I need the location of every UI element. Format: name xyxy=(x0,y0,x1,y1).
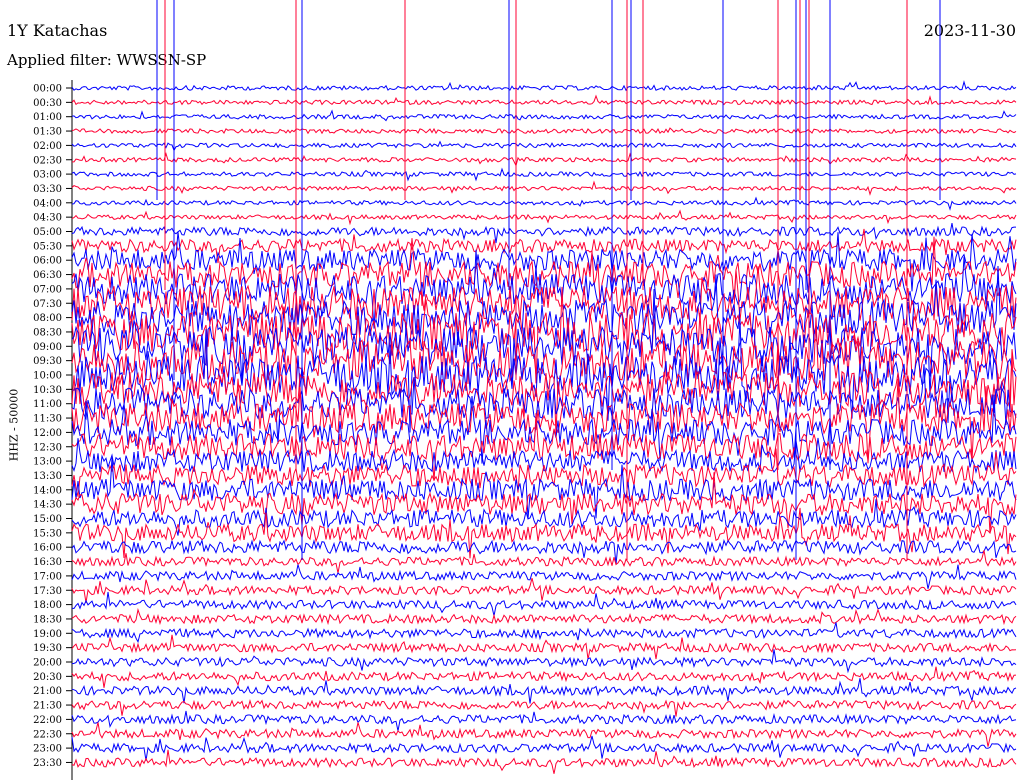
row-label: 04:00 xyxy=(33,198,62,209)
row-label: 01:30 xyxy=(33,127,62,138)
row-label: 17:30 xyxy=(33,586,62,597)
trace-row-0130 xyxy=(71,127,1017,135)
trace-row-1730 xyxy=(71,577,1017,603)
row-label: 18:00 xyxy=(33,600,62,611)
row-label: 22:30 xyxy=(33,729,62,740)
trace-row-2130 xyxy=(71,698,1017,717)
row-label: 09:00 xyxy=(33,342,62,353)
row-label: 15:30 xyxy=(33,528,62,539)
trace-row-2200 xyxy=(71,710,1017,732)
row-label: 09:30 xyxy=(33,356,62,367)
trace-row-0030 xyxy=(71,94,1017,106)
row-label: 13:00 xyxy=(33,457,62,468)
trace-row-0000 xyxy=(71,80,1017,92)
row-label: 21:30 xyxy=(33,701,62,712)
row-label: 11:00 xyxy=(33,399,62,410)
row-label: 07:00 xyxy=(33,284,62,295)
row-label: 20:00 xyxy=(33,658,62,669)
row-label: 13:30 xyxy=(33,471,62,482)
row-label: 22:00 xyxy=(33,715,62,726)
trace-row-2300 xyxy=(71,735,1017,761)
trace-row-1630 xyxy=(71,550,1017,574)
row-label: 21:00 xyxy=(33,686,62,697)
row-label: 04:30 xyxy=(33,213,62,224)
row-label: 06:30 xyxy=(33,270,62,281)
trace-row-0500 xyxy=(71,223,1016,244)
trace-row-1900 xyxy=(71,622,1017,644)
trace-row-1800 xyxy=(71,591,1017,617)
row-label: 19:30 xyxy=(33,643,62,654)
row-label: 03:00 xyxy=(33,170,62,181)
row-label: 14:00 xyxy=(33,485,62,496)
row-label: 00:00 xyxy=(33,84,62,95)
helicorder-plot: 00:00 00:30 01:00 01:30 02:00 02:30 03:00 03:30… xyxy=(33,0,1017,780)
row-label: 23:30 xyxy=(33,758,62,769)
trace-row-0230 xyxy=(72,152,1017,168)
trace-row-0330 xyxy=(71,180,1017,196)
row-label: 23:00 xyxy=(33,744,62,755)
row-label: 08:00 xyxy=(33,313,62,324)
trace-lines xyxy=(71,80,1017,774)
row-label: 07:30 xyxy=(33,299,62,310)
row-label: 10:30 xyxy=(33,385,62,396)
row-label: 12:30 xyxy=(33,442,62,453)
trace-row-2230 xyxy=(71,722,1017,747)
row-label: 12:00 xyxy=(33,428,62,439)
row-label: 05:00 xyxy=(33,227,62,238)
row-label: 17:00 xyxy=(33,571,62,582)
row-label: 11:30 xyxy=(33,414,62,425)
row-label: 10:00 xyxy=(33,371,62,382)
row-label: 01:00 xyxy=(33,112,62,123)
trace-row-1830 xyxy=(71,607,1017,626)
trace-row-1930 xyxy=(71,634,1017,660)
row-label: 16:30 xyxy=(33,557,62,568)
row-label: 20:30 xyxy=(33,672,62,683)
row-label: 19:00 xyxy=(33,629,62,640)
trace-row-2030 xyxy=(71,666,1017,688)
trace-row-2330 xyxy=(71,749,1017,774)
row-label: 02:30 xyxy=(33,155,62,166)
trace-row-0200 xyxy=(71,140,1017,152)
row-label: 05:30 xyxy=(33,241,62,252)
trace-row-0100 xyxy=(71,109,1017,122)
row-label: 00:30 xyxy=(33,98,62,109)
row-label: 08:30 xyxy=(33,327,62,338)
row-label: 14:30 xyxy=(33,500,62,511)
row-labels: 00:00 00:30 01:00 01:30 02:00 02:30 03:00 03:30… xyxy=(33,80,73,780)
trace-row-1700 xyxy=(71,564,1017,589)
trace-row-2000 xyxy=(71,649,1017,674)
trace-row-0400 xyxy=(71,196,1017,211)
row-label: 18:30 xyxy=(33,614,62,625)
row-label: 16:00 xyxy=(33,543,62,554)
trace-row-2100 xyxy=(71,678,1017,704)
row-label: 02:00 xyxy=(33,141,62,152)
trace-row-1430 xyxy=(71,472,1017,533)
trace-row-0300 xyxy=(71,167,1017,182)
row-label: 03:30 xyxy=(33,184,62,195)
row-label: 06:00 xyxy=(33,256,62,267)
row-label: 15:00 xyxy=(33,514,62,525)
trace-row-0430 xyxy=(71,209,1017,226)
